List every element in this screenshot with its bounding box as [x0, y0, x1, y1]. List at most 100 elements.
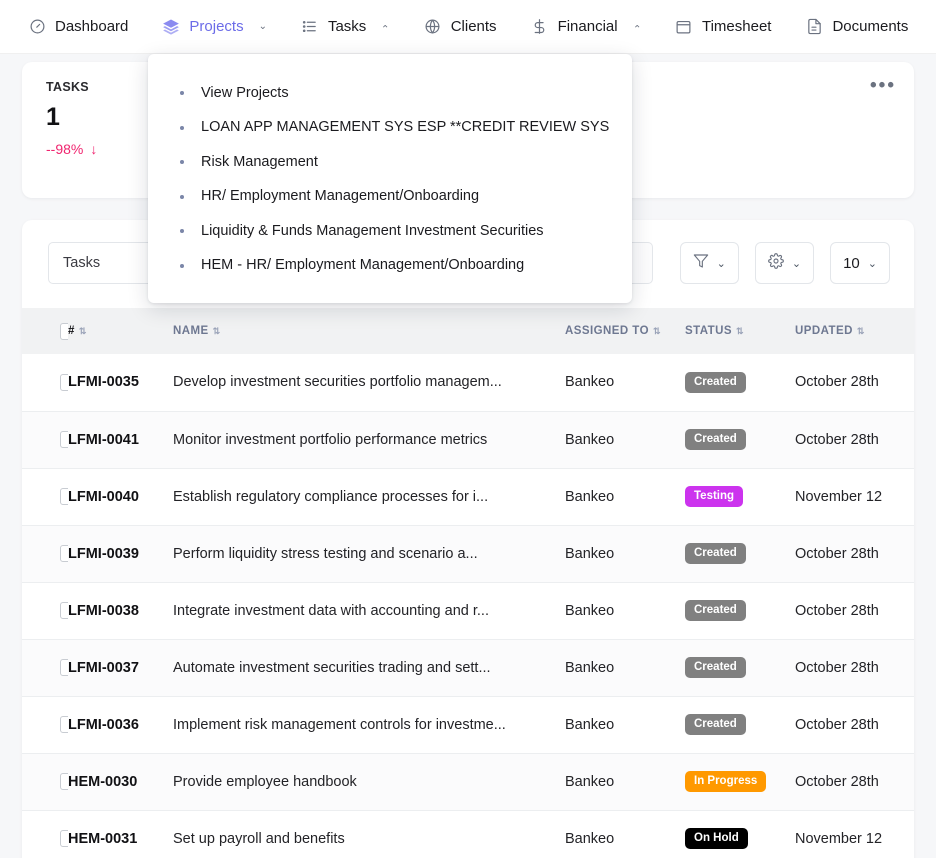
sort-arrows-icon[interactable]: ⇅: [79, 326, 87, 336]
bullet-icon: [180, 229, 184, 233]
sort-arrows-icon[interactable]: ⇅: [213, 326, 221, 336]
row-checkbox[interactable]: [60, 716, 68, 733]
row-checkbox[interactable]: [60, 659, 68, 676]
projects-dropdown-menu[interactable]: View Projects LOAN APP MANAGEMENT SYS ESP…: [148, 54, 632, 303]
table-row[interactable]: HEM-0031Set up payroll and benefitsBanke…: [22, 810, 914, 858]
dropdown-item[interactable]: Liquidity & Funds Management Investment …: [148, 214, 632, 248]
chevron-up-icon[interactable]: ⌄: [381, 22, 389, 32]
nav-item-documents[interactable]: Documents: [805, 14, 920, 40]
entity-label-text: Tasks: [63, 255, 100, 271]
nav-item-label: Dashboard: [55, 18, 128, 35]
dropdown-item[interactable]: Risk Management: [148, 145, 632, 179]
settings-button[interactable]: ⌄: [755, 242, 814, 284]
nav-item-clients[interactable]: Clients: [424, 14, 509, 40]
status-badge: Created: [685, 429, 746, 451]
card-overflow-menu-icon[interactable]: •••: [870, 76, 896, 95]
filter-button[interactable]: ⌄: [680, 242, 739, 284]
gear-icon: [768, 253, 784, 274]
sort-arrows-icon[interactable]: ⇅: [736, 326, 744, 336]
status-badge: On Hold: [685, 828, 748, 850]
table-row[interactable]: HEM-0030Provide employee handbookBankeoI…: [22, 753, 914, 810]
task-id-cell: LFMI-0035: [68, 354, 173, 411]
row-checkbox[interactable]: [60, 431, 68, 448]
assignee-name: Bankeo: [565, 432, 614, 448]
assigned-to-cell: Bankeo: [565, 753, 685, 810]
task-name-cell: Provide employee handbook: [173, 753, 565, 810]
task-name: Monitor investment portfolio performance…: [173, 432, 565, 448]
table-row[interactable]: LFMI-0041 Monitor investment portfolio pe…: [22, 411, 914, 468]
task-id: LFMI-0041: [68, 432, 139, 448]
task-name: Perform liquidity stress testing and sce…: [173, 546, 565, 562]
updated-cell: October 28th: [795, 525, 914, 582]
tasks-table-card: Tasks ⌄ ⌄ 10 ⌄: [22, 220, 914, 858]
chevron-down-icon: ⌄: [792, 257, 801, 270]
table-row[interactable]: LFMI-0037Automate investment securities …: [22, 639, 914, 696]
nav-item-label: Clients: [451, 18, 497, 35]
row-checkbox[interactable]: [60, 830, 68, 847]
top-navigation-bar: Dashboard Projects ⌄ Tasks ⌄ Clients Financial…: [0, 0, 936, 54]
dropdown-item[interactable]: View Projects: [148, 76, 632, 110]
chevron-down-icon[interactable]: ⌄: [259, 22, 267, 32]
column-header-updated[interactable]: UPDATED ⇅: [795, 308, 914, 354]
task-name: Develop investment securities portfolio …: [173, 374, 565, 390]
bullet-icon: [180, 126, 184, 130]
sort-arrows-icon[interactable]: ⇅: [653, 326, 661, 336]
column-header-label: UPDATED: [795, 325, 853, 337]
column-header-checkbox: [22, 308, 68, 354]
row-checkbox[interactable]: [60, 374, 68, 391]
column-header-status[interactable]: STATUS ⇅: [685, 308, 795, 354]
globe-icon: [424, 18, 442, 36]
dropdown-item-label: Liquidity & Funds Management Investment …: [201, 220, 544, 242]
updated-date: October 28th: [795, 603, 879, 619]
dropdown-item[interactable]: LOAN APP MANAGEMENT SYS ESP **CREDIT REV…: [148, 110, 632, 144]
row-checkbox[interactable]: [60, 773, 68, 790]
dropdown-item[interactable]: HR/ Employment Management/Onboarding: [148, 179, 632, 213]
task-name-cell: Establish regulatory compliance processe…: [173, 468, 565, 525]
row-checkbox[interactable]: [60, 545, 68, 562]
task-name: Set up payroll and benefits: [173, 831, 565, 847]
table-head: #⇅NAME⇅ASSIGNED TO⇅STATUS ⇅ UPDATED ⇅: [22, 308, 914, 354]
table-row[interactable]: LFMI-0038 Integrate investment data with …: [22, 582, 914, 639]
task-id-cell: LFMI-0040: [68, 468, 173, 525]
nav-item-label: Timesheet: [702, 18, 771, 35]
nav-item-label: Projects: [189, 18, 243, 35]
page-size-selector[interactable]: 10 ⌄: [830, 242, 890, 284]
column-header-label: STATUS: [685, 325, 732, 337]
updated-date: November 12: [795, 489, 882, 505]
dropdown-item-label: View Projects: [201, 82, 289, 104]
row-select-cell: [22, 411, 68, 468]
updated-date: October 28th: [795, 717, 879, 733]
list-icon: [301, 18, 319, 36]
column-header-num[interactable]: #⇅: [68, 308, 173, 354]
row-checkbox[interactable]: [60, 488, 68, 505]
dropdown-item[interactable]: HEM - HR/ Employment Management/Onboardi…: [148, 248, 632, 282]
bullet-icon: [180, 91, 184, 95]
task-name-cell: Perform liquidity stress testing and sce…: [173, 525, 565, 582]
table-row[interactable]: LFMI-0036Implement risk management contr…: [22, 696, 914, 753]
table-row[interactable]: LFMI-0040Establish regulatory compliance…: [22, 468, 914, 525]
dollar-icon: [531, 18, 549, 36]
assigned-to-cell: Bankeo: [565, 354, 685, 411]
task-id: LFMI-0035: [68, 374, 139, 390]
column-header-assigned[interactable]: ASSIGNED TO⇅: [565, 308, 685, 354]
chevron-up-icon[interactable]: ⌄: [633, 22, 641, 32]
task-id-cell: LFMI-0041: [68, 411, 173, 468]
nav-item-label: Tasks: [328, 18, 366, 35]
table-row[interactable]: LFMI-0039Perform liquidity stress testin…: [22, 525, 914, 582]
assignee-name: Bankeo: [565, 717, 614, 733]
row-checkbox[interactable]: [60, 602, 68, 619]
task-name-cell: Integrate investment data with accountin…: [173, 582, 565, 639]
task-id-cell: LFMI-0037: [68, 639, 173, 696]
sort-arrows-icon[interactable]: ⇅: [857, 326, 865, 336]
nav-item-tasks[interactable]: Tasks ⌄: [301, 14, 402, 40]
task-id: LFMI-0038: [68, 603, 139, 619]
nav-item-dashboard[interactable]: Dashboard: [28, 14, 140, 40]
table-body: LFMI-0035 Develop investment securities p…: [22, 354, 914, 858]
status-badge: In Progress: [685, 771, 766, 793]
table-row[interactable]: LFMI-0035 Develop investment securities p…: [22, 354, 914, 411]
updated-cell: October 28th: [795, 639, 914, 696]
nav-item-timesheet[interactable]: Timesheet: [675, 14, 783, 40]
nav-item-financial[interactable]: Financial⌄: [531, 14, 653, 40]
nav-item-projects[interactable]: Projects ⌄: [162, 14, 279, 40]
column-header-name[interactable]: NAME⇅: [173, 308, 565, 354]
